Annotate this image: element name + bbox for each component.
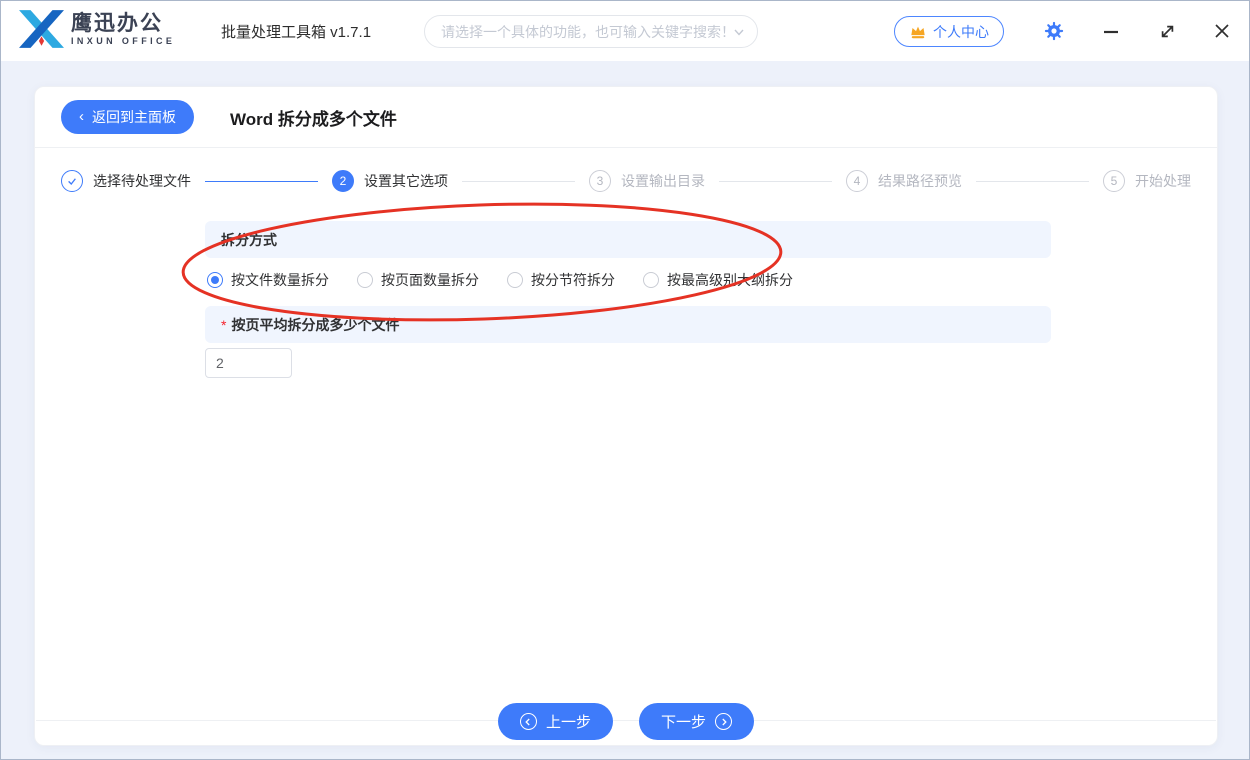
function-search-select[interactable]: 请选择一个具体的功能，也可输入关键字搜索！ — [424, 15, 758, 48]
back-to-dashboard-button[interactable]: ‹ 返回到主面板 — [61, 100, 194, 134]
step-content: 拆分方式 按文件数量拆分 按页面数量拆分 按分节符拆分 按最高级别大纲拆分 — [205, 221, 1051, 378]
radio-split-by-section-break[interactable]: 按分节符拆分 — [507, 270, 615, 290]
next-step-button[interactable]: 下一步 — [639, 703, 754, 740]
step-number: 4 — [846, 170, 868, 192]
radio-label: 按最高级别大纲拆分 — [667, 270, 793, 290]
step-done-check-icon — [61, 170, 83, 192]
chevron-down-icon — [733, 26, 745, 38]
minimize-button[interactable] — [1097, 17, 1125, 45]
main-panel: ‹ 返回到主面板 Word 拆分成多个文件 选择待处理文件 2 设置其它选项 3 — [34, 86, 1218, 746]
step-label: 设置输出目录 — [621, 171, 705, 191]
panel-header: ‹ 返回到主面板 Word 拆分成多个文件 — [35, 87, 1217, 147]
chevron-left-icon: ‹ — [79, 109, 84, 124]
logo-x-icon — [18, 10, 64, 48]
minimize-icon — [1103, 23, 1119, 39]
wizard-nav-buttons: 上一步 下一步 — [35, 703, 1217, 740]
step-label: 选择待处理文件 — [93, 171, 191, 191]
close-button[interactable] — [1208, 17, 1236, 45]
step-connector — [976, 181, 1089, 182]
radio-label: 按页面数量拆分 — [381, 270, 479, 290]
step-label: 开始处理 — [1135, 171, 1191, 191]
step-result-preview: 4 结果路径预览 — [846, 170, 962, 192]
split-method-header: 拆分方式 — [205, 221, 1051, 258]
next-step-label: 下一步 — [661, 711, 706, 732]
brand-text: 鹰迅办公 INXUN OFFICE — [71, 13, 175, 46]
gear-icon — [1044, 21, 1064, 41]
radio-unchecked-icon — [643, 272, 659, 288]
brand-name-cn: 鹰迅办公 — [71, 13, 175, 34]
user-center-label: 个人中心 — [933, 22, 989, 42]
step-set-output-dir: 3 设置输出目录 — [589, 170, 705, 192]
radio-unchecked-icon — [357, 272, 373, 288]
step-set-options: 2 设置其它选项 — [332, 170, 448, 192]
radio-label: 按分节符拆分 — [531, 270, 615, 290]
step-number: 5 — [1103, 170, 1125, 192]
split-count-input[interactable] — [205, 348, 292, 378]
step-start-processing: 5 开始处理 — [1103, 170, 1191, 192]
radio-checked-icon — [207, 272, 223, 288]
radio-unchecked-icon — [507, 272, 523, 288]
app-logo: 鹰迅办公 INXUN OFFICE — [18, 10, 175, 48]
step-connector — [462, 181, 575, 182]
maximize-button[interactable] — [1153, 17, 1181, 45]
split-count-label: 按页平均拆分成多少个文件 — [231, 315, 399, 335]
split-method-label: 拆分方式 — [221, 230, 277, 250]
app-window: 鹰迅办公 INXUN OFFICE 批量处理工具箱 v1.7.1 请选择一个具体… — [0, 0, 1250, 760]
step-select-files: 选择待处理文件 — [61, 170, 191, 192]
previous-step-label: 上一步 — [546, 711, 591, 732]
radio-split-by-file-count[interactable]: 按文件数量拆分 — [207, 270, 329, 290]
step-connector — [719, 181, 832, 182]
app-header: 鹰迅办公 INXUN OFFICE 批量处理工具箱 v1.7.1 请选择一个具体… — [1, 1, 1249, 61]
radio-split-by-top-outline[interactable]: 按最高级别大纲拆分 — [643, 270, 793, 290]
settings-button[interactable] — [1040, 17, 1068, 45]
user-center-button[interactable]: 个人中心 — [894, 16, 1004, 47]
page-title: Word 拆分成多个文件 — [230, 105, 397, 130]
step-label: 设置其它选项 — [364, 171, 448, 191]
crown-icon — [909, 24, 927, 40]
circled-chevron-left-icon — [520, 713, 537, 730]
circled-chevron-right-icon — [715, 713, 732, 730]
radio-split-by-page-count[interactable]: 按页面数量拆分 — [357, 270, 479, 290]
step-label: 结果路径预览 — [878, 171, 962, 191]
step-number: 2 — [332, 170, 354, 192]
close-icon — [1214, 23, 1230, 39]
step-indicator: 选择待处理文件 2 设置其它选项 3 设置输出目录 4 结果路径预览 5 开始处… — [35, 170, 1217, 192]
app-title: 批量处理工具箱 v1.7.1 — [221, 1, 371, 61]
resize-diagonal-icon — [1159, 23, 1176, 40]
split-count-header: * 按页平均拆分成多少个文件 — [205, 306, 1051, 343]
search-placeholder: 请选择一个具体的功能，也可输入关键字搜索！ — [441, 22, 733, 42]
header-divider — [35, 147, 1217, 148]
step-number: 3 — [589, 170, 611, 192]
split-method-options: 按文件数量拆分 按页面数量拆分 按分节符拆分 按最高级别大纲拆分 — [205, 258, 1051, 301]
radio-label: 按文件数量拆分 — [231, 270, 329, 290]
step-connector — [205, 181, 318, 182]
back-button-label: 返回到主面板 — [92, 107, 176, 127]
required-asterisk: * — [221, 317, 226, 333]
brand-name-en: INXUN OFFICE — [71, 37, 175, 46]
previous-step-button[interactable]: 上一步 — [498, 703, 613, 740]
